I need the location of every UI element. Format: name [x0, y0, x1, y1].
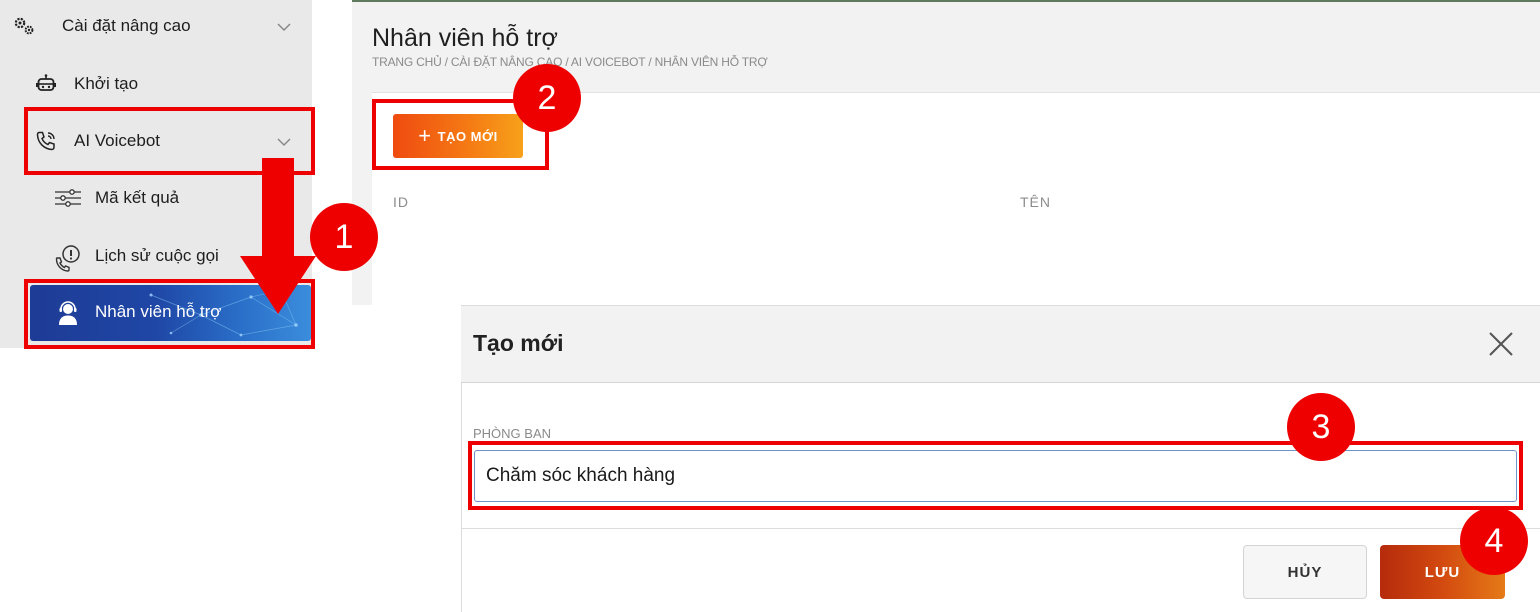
robot-icon	[34, 72, 58, 96]
step-badge-1: 1	[310, 203, 378, 271]
sidebar-item-call-history[interactable]: Lịch sử cuộc gọi	[54, 236, 219, 276]
department-label: PHÒNG BAN	[473, 426, 552, 441]
highlight-department-input	[468, 441, 1523, 510]
sidebar-item-label: Mã kết quả	[95, 188, 180, 207]
chevron-down-icon[interactable]	[276, 19, 292, 35]
sliders-icon	[54, 186, 82, 210]
sidebar-item-label: Cài đặt nâng cao	[62, 16, 191, 35]
sidebar-item-advanced-settings[interactable]: Cài đặt nâng cao	[12, 6, 191, 46]
sidebar-item-label: Khởi tạo	[74, 74, 139, 93]
cancel-button[interactable]: HỦY	[1243, 545, 1367, 599]
step-badge-3: 3	[1287, 393, 1355, 461]
arrow-down-icon	[240, 256, 316, 314]
sidebar-item-init[interactable]: Khởi tạo	[34, 64, 138, 104]
sidebar-item-label: Lịch sử cuộc gọi	[95, 246, 219, 265]
phone-info-icon	[54, 244, 82, 272]
arrow-shaft	[262, 158, 294, 258]
gears-icon	[12, 14, 36, 38]
close-icon[interactable]	[1488, 331, 1514, 357]
breadcrumb: TRANG CHỦ / CÀI ĐẶT NÂNG CAO / AI VOICEB…	[372, 55, 768, 69]
top-border	[352, 0, 1540, 2]
modal-header	[461, 306, 1540, 383]
screenshot-root: Cài đặt nâng cao Khởi tạo AI Voicebot Mã…	[0, 0, 1540, 612]
column-header-id[interactable]: ID	[393, 194, 409, 210]
modal-divider	[461, 528, 1540, 529]
sidebar-item-result-codes[interactable]: Mã kết quả	[54, 178, 179, 218]
page-title: Nhân viên hỗ trợ	[372, 24, 558, 52]
modal-title: Tạo mới	[473, 330, 564, 356]
step-badge-2: 2	[513, 64, 581, 132]
step-badge-4: 4	[1460, 507, 1528, 575]
column-header-name[interactable]: TÊN	[1020, 194, 1051, 210]
